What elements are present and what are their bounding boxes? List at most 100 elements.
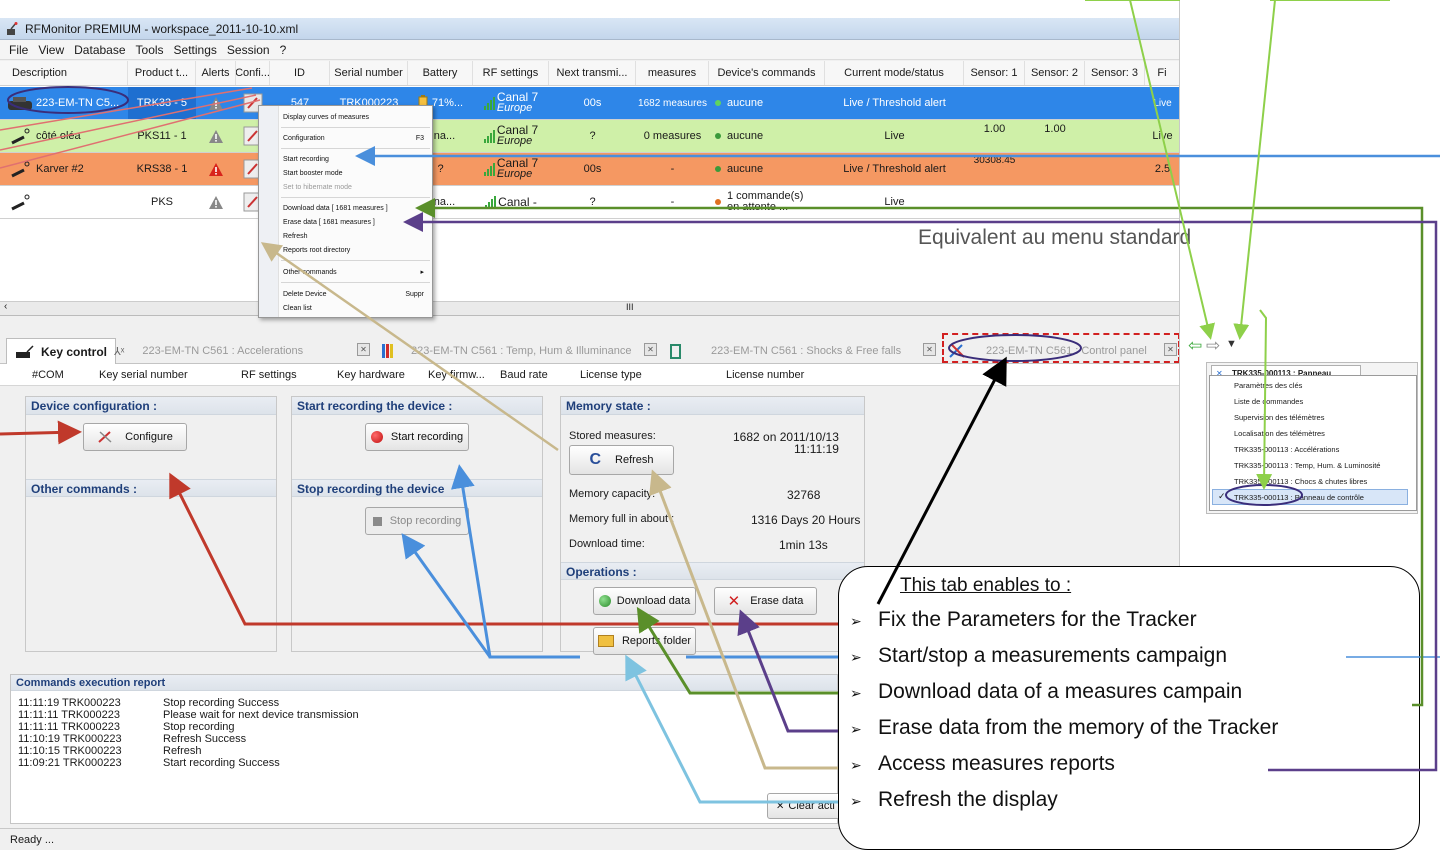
equivalent-menu-label: Equivalent au menu standard [918, 226, 1192, 249]
warning-grey-icon [209, 129, 223, 143]
column-header-sensor-2[interactable]: Sensor: 2 [1025, 61, 1085, 85]
device-mode: Live [884, 129, 905, 142]
column-header-current-mode[interactable]: Current mode/status [825, 61, 964, 85]
column-header-measures[interactable]: measures [636, 61, 709, 85]
delete-x-icon [264, 290, 272, 298]
column-header-device-commands[interactable]: Device's commands [709, 61, 825, 85]
device-description: Karver #2 [36, 162, 84, 175]
key-column-license-number[interactable]: License number [726, 364, 846, 385]
callout-title: This tab enables to : [900, 575, 1072, 596]
other-commands-title: Other commands : [26, 479, 276, 497]
column-header-id[interactable]: ID [270, 61, 330, 85]
menu-file[interactable]: File [4, 43, 33, 57]
tab-list-item[interactable]: TRK335-000113 : Accélérations [1234, 445, 1339, 454]
column-header-next-transmission[interactable]: Next transmi... [549, 61, 636, 85]
tab-key-control[interactable]: Key control [6, 338, 117, 364]
reports-folder-button[interactable]: Reports folder [593, 627, 696, 655]
menu-help[interactable]: ? [275, 43, 292, 57]
key-column-license-type[interactable]: License type [580, 364, 680, 385]
device-description-cell [0, 186, 128, 218]
horizontal-scrollbar[interactable]: ‹ III [0, 301, 1179, 315]
next-transmission: ? [589, 129, 596, 142]
tab-shocks[interactable]: 223-EM-TN C561 : Shocks & Free falls [670, 338, 901, 364]
menu-item-reports-root[interactable]: Reports root directory [259, 242, 432, 258]
menu-item-hibernate[interactable]: Set to hibernate mode [259, 179, 432, 195]
tracker-device-icon [8, 97, 32, 110]
tab-list-item[interactable]: Supervision des télémètres [1234, 413, 1324, 422]
report-line: 11:10:15 TRK000223 Refresh [18, 745, 202, 757]
tab-close-icon[interactable]: ✕ [923, 343, 936, 356]
device-row[interactable]: côté oléa PKS11 - 1 Una... Canal 7 Europ… [0, 120, 1179, 153]
column-header-more[interactable]: Fi [1145, 61, 1179, 85]
menu-view[interactable]: View [33, 43, 69, 57]
sensor-probe-icon [11, 161, 30, 178]
tab-list-item[interactable]: TRK335-000113 : Chocs & chutes libres [1234, 477, 1367, 486]
signal-strength-icon [483, 96, 495, 110]
tab-list-item[interactable]: Liste de commandes [1234, 397, 1303, 406]
column-header-config[interactable]: Confi... [236, 61, 270, 85]
tab-close-icon[interactable]: ✕ [357, 343, 370, 356]
key-column-firmware[interactable]: Key firmw... [428, 364, 498, 385]
tab-accelerations[interactable]: ⅄ˣ 223-EM-TN C561 : Accelerations [114, 338, 303, 364]
device-row[interactable]: Karver #2 KRS38 - 1 ? Canal 7 Europe 00s… [0, 153, 1179, 186]
menu-item-configuration[interactable]: Configuration F3 [259, 130, 432, 146]
column-header-serial[interactable]: Serial number [330, 61, 408, 85]
download-green-icon [598, 595, 611, 607]
tab-list-dropdown-icon[interactable]: ▼ [1226, 338, 1237, 350]
tab-close-icon[interactable]: ✕ [644, 343, 657, 356]
menu-item-clean-list[interactable]: Clean list [259, 300, 432, 316]
signal-strength-icon [483, 162, 495, 176]
refresh-button[interactable]: C Refresh [569, 445, 674, 475]
report-line: 11:11:19 TRK000223 Stop recording Success [18, 697, 280, 709]
device-product: KRS38 - 1 [136, 162, 188, 175]
download-data-button[interactable]: Download data [593, 587, 696, 615]
column-header-sensor-1[interactable]: Sensor: 1 [964, 61, 1025, 85]
device-command-cell: aucune [709, 87, 825, 119]
lime-arrow [1233, 0, 1276, 340]
column-header-sensor-3[interactable]: Sensor: 3 [1085, 61, 1145, 85]
menu-item-display-curves[interactable]: Display curves of measures [259, 109, 432, 125]
column-header-battery[interactable]: Battery [408, 61, 473, 85]
memory-capacity-value: 32768 [787, 488, 821, 502]
erase-icon [264, 218, 272, 226]
thermometer-bars-icon [382, 344, 393, 358]
menu-item-other-commands[interactable]: Other commands ▸ [259, 264, 432, 280]
scroll-left-icon[interactable]: ‹ [4, 301, 7, 312]
device-context-menu: Display curves of measures Configuration… [258, 105, 433, 318]
tab-list-item[interactable]: TRK335-000113 : Temp, Hum. & Luminosité [1234, 461, 1380, 470]
column-header-description[interactable]: Description [0, 61, 128, 85]
menu-tools[interactable]: Tools [131, 43, 169, 57]
device-row[interactable]: PKS Una... Canal - ? - 1 commande(s) en … [0, 186, 1179, 219]
configure-button[interactable]: Configure [83, 423, 187, 451]
clear-activity-button[interactable]: ✕ Clear acti [767, 793, 847, 819]
key-column-serial[interactable]: Key serial number [99, 364, 229, 385]
tab-list-item[interactable]: Localisation des télémètres [1234, 429, 1325, 438]
tab-list-item[interactable]: Paramètres des clés [1234, 381, 1302, 390]
nav-forward-arrow-icon[interactable]: ⇨ [1206, 336, 1220, 356]
report-line: 11:10:19 TRK000223 Refresh Success [18, 733, 247, 745]
stop-recording-button[interactable]: Stop recording [365, 507, 469, 535]
erase-data-button[interactable]: ✕ Erase data [714, 587, 817, 615]
tab-list-item-selected[interactable]: TRK335-000113 : Panneau de contrôle [1234, 493, 1364, 502]
key-column-baud[interactable]: Baud rate [500, 364, 570, 385]
column-header-product[interactable]: Product t... [128, 61, 196, 85]
key-column-hardware[interactable]: Key hardware [337, 364, 422, 385]
key-column-rf[interactable]: RF settings [241, 364, 331, 385]
menu-settings[interactable]: Settings [169, 43, 222, 57]
tab-list-menu: Paramètres des clés Liste de commandes S… [1209, 375, 1417, 511]
tab-temp-hum[interactable]: 223-EM-TN C561 : Temp, Hum & Illuminance [382, 338, 632, 364]
start-recording-button[interactable]: Start recording [365, 423, 469, 451]
device-product: PKS [150, 195, 173, 208]
menu-session[interactable]: Session [222, 43, 275, 57]
next-transmission: 00s [583, 96, 602, 109]
device-extra: 2.5 [1154, 162, 1171, 175]
nav-back-arrow-icon[interactable]: ⇦ [1188, 336, 1202, 356]
menu-database[interactable]: Database [69, 43, 130, 57]
device-row[interactable]: 223-EM-TN C5... TRK33 - 5 547 TRK000223 … [0, 87, 1179, 120]
scroll-thumb-grip[interactable]: III [626, 302, 634, 312]
column-header-alerts[interactable]: Alerts [196, 61, 236, 85]
refresh-icon [264, 232, 272, 240]
column-header-rf-settings[interactable]: RF settings [473, 61, 549, 85]
warning-red-icon [209, 162, 223, 176]
key-column-com[interactable]: #COM [32, 364, 92, 385]
